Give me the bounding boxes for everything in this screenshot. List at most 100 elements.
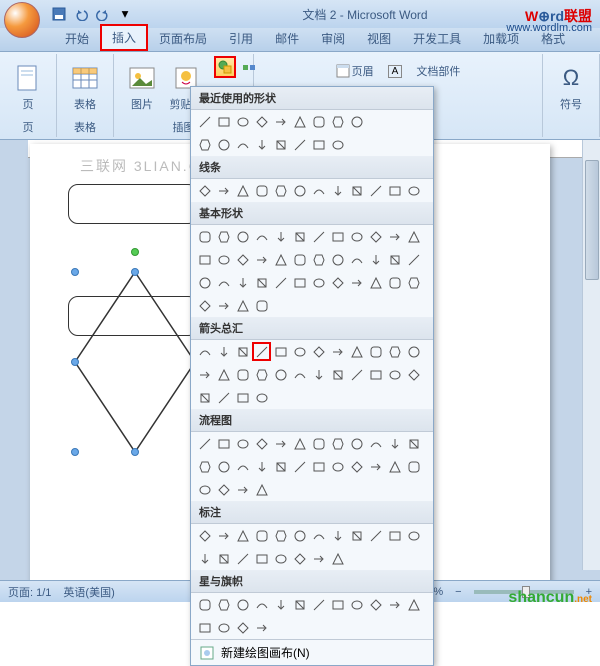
- save-icon[interactable]: [50, 5, 68, 23]
- shape-option[interactable]: [233, 181, 252, 200]
- shape-option[interactable]: [252, 480, 271, 499]
- shape-option[interactable]: [233, 388, 252, 407]
- shape-option[interactable]: [252, 388, 271, 407]
- shape-option[interactable]: [252, 227, 271, 246]
- shape-option[interactable]: [195, 112, 214, 131]
- shape-option[interactable]: [214, 227, 233, 246]
- shape-option[interactable]: [366, 365, 385, 384]
- shape-option[interactable]: [309, 457, 328, 476]
- shape-option[interactable]: [214, 526, 233, 545]
- shape-option[interactable]: [233, 365, 252, 384]
- diamond-shape-selected[interactable]: [70, 262, 200, 462]
- shape-option[interactable]: [233, 250, 252, 269]
- shape-option[interactable]: [309, 227, 328, 246]
- shape-option[interactable]: [290, 457, 309, 476]
- shape-option[interactable]: [214, 296, 233, 315]
- shape-option[interactable]: [271, 112, 290, 131]
- shape-option[interactable]: [328, 457, 347, 476]
- tab-review[interactable]: 审阅: [310, 26, 356, 51]
- shape-option[interactable]: [195, 250, 214, 269]
- shape-option[interactable]: [252, 457, 271, 476]
- shape-option[interactable]: [404, 181, 423, 200]
- shape-option[interactable]: [290, 135, 309, 154]
- shape-option[interactable]: [328, 250, 347, 269]
- table-button[interactable]: 表格: [63, 56, 107, 118]
- shape-option[interactable]: [385, 434, 404, 453]
- status-language[interactable]: 英语(美国): [63, 584, 114, 600]
- shape-option[interactable]: [328, 595, 347, 614]
- shape-option[interactable]: [233, 135, 252, 154]
- shape-option[interactable]: [290, 342, 309, 361]
- shape-option[interactable]: [195, 434, 214, 453]
- shape-option[interactable]: [195, 135, 214, 154]
- new-canvas-item[interactable]: 新建绘图画布(N): [191, 639, 433, 665]
- shape-option[interactable]: [290, 595, 309, 614]
- shape-option[interactable]: [233, 273, 252, 292]
- shape-option[interactable]: [252, 618, 271, 637]
- quickparts-button[interactable]: 文档部件: [411, 60, 465, 82]
- shape-option[interactable]: [347, 365, 366, 384]
- resize-handle-sw[interactable]: [71, 448, 79, 456]
- header-button[interactable]: 页眉: [331, 60, 379, 82]
- shape-option[interactable]: [233, 227, 252, 246]
- shape-option[interactable]: [271, 227, 290, 246]
- shape-option[interactable]: [328, 549, 347, 568]
- shape-option[interactable]: [233, 618, 252, 637]
- shape-option[interactable]: [214, 388, 233, 407]
- shapes-button[interactable]: [214, 56, 236, 78]
- shape-option[interactable]: [404, 434, 423, 453]
- shape-option[interactable]: [214, 549, 233, 568]
- shape-option[interactable]: [366, 595, 385, 614]
- shape-option[interactable]: [233, 480, 252, 499]
- shape-option[interactable]: [195, 618, 214, 637]
- shape-option[interactable]: [252, 595, 271, 614]
- shape-option[interactable]: [347, 273, 366, 292]
- shape-option-down-arrow[interactable]: [252, 342, 271, 361]
- shape-option[interactable]: [309, 595, 328, 614]
- shape-option[interactable]: [366, 181, 385, 200]
- shape-option[interactable]: [366, 227, 385, 246]
- shape-option[interactable]: [271, 457, 290, 476]
- zoom-out-button[interactable]: −: [455, 586, 461, 598]
- picture-button[interactable]: 图片: [120, 56, 164, 118]
- shape-option[interactable]: [271, 595, 290, 614]
- scrollbar-thumb[interactable]: [585, 160, 599, 280]
- shape-option[interactable]: [328, 342, 347, 361]
- shape-option[interactable]: [309, 135, 328, 154]
- shape-option[interactable]: [214, 480, 233, 499]
- shape-option[interactable]: [233, 549, 252, 568]
- shape-option[interactable]: [195, 526, 214, 545]
- shape-option[interactable]: [309, 365, 328, 384]
- resize-handle-n[interactable]: [131, 268, 139, 276]
- shape-option[interactable]: [195, 480, 214, 499]
- shape-option[interactable]: [195, 595, 214, 614]
- shape-option[interactable]: [195, 181, 214, 200]
- shape-option[interactable]: [328, 181, 347, 200]
- shape-option[interactable]: [385, 457, 404, 476]
- shape-option[interactable]: [366, 273, 385, 292]
- shape-option[interactable]: [328, 273, 347, 292]
- shape-option[interactable]: [252, 434, 271, 453]
- shape-option[interactable]: [404, 273, 423, 292]
- shape-option[interactable]: [404, 526, 423, 545]
- tab-view[interactable]: 视图: [356, 26, 402, 51]
- shape-option[interactable]: [290, 273, 309, 292]
- shape-option[interactable]: [214, 112, 233, 131]
- shape-option[interactable]: [271, 434, 290, 453]
- qat-customize-icon[interactable]: ▾: [116, 5, 134, 23]
- shape-option[interactable]: [290, 365, 309, 384]
- shape-option[interactable]: [328, 526, 347, 545]
- shape-option[interactable]: [214, 135, 233, 154]
- shape-option[interactable]: [195, 365, 214, 384]
- shape-option[interactable]: [271, 250, 290, 269]
- shape-option[interactable]: [309, 549, 328, 568]
- shape-option[interactable]: [233, 296, 252, 315]
- tab-references[interactable]: 引用: [218, 26, 264, 51]
- shape-option[interactable]: [252, 112, 271, 131]
- shape-option[interactable]: [290, 112, 309, 131]
- shape-option[interactable]: [271, 273, 290, 292]
- tab-insert[interactable]: 插入: [100, 24, 148, 51]
- shape-option[interactable]: [347, 457, 366, 476]
- shape-option[interactable]: [233, 434, 252, 453]
- shape-option[interactable]: [366, 526, 385, 545]
